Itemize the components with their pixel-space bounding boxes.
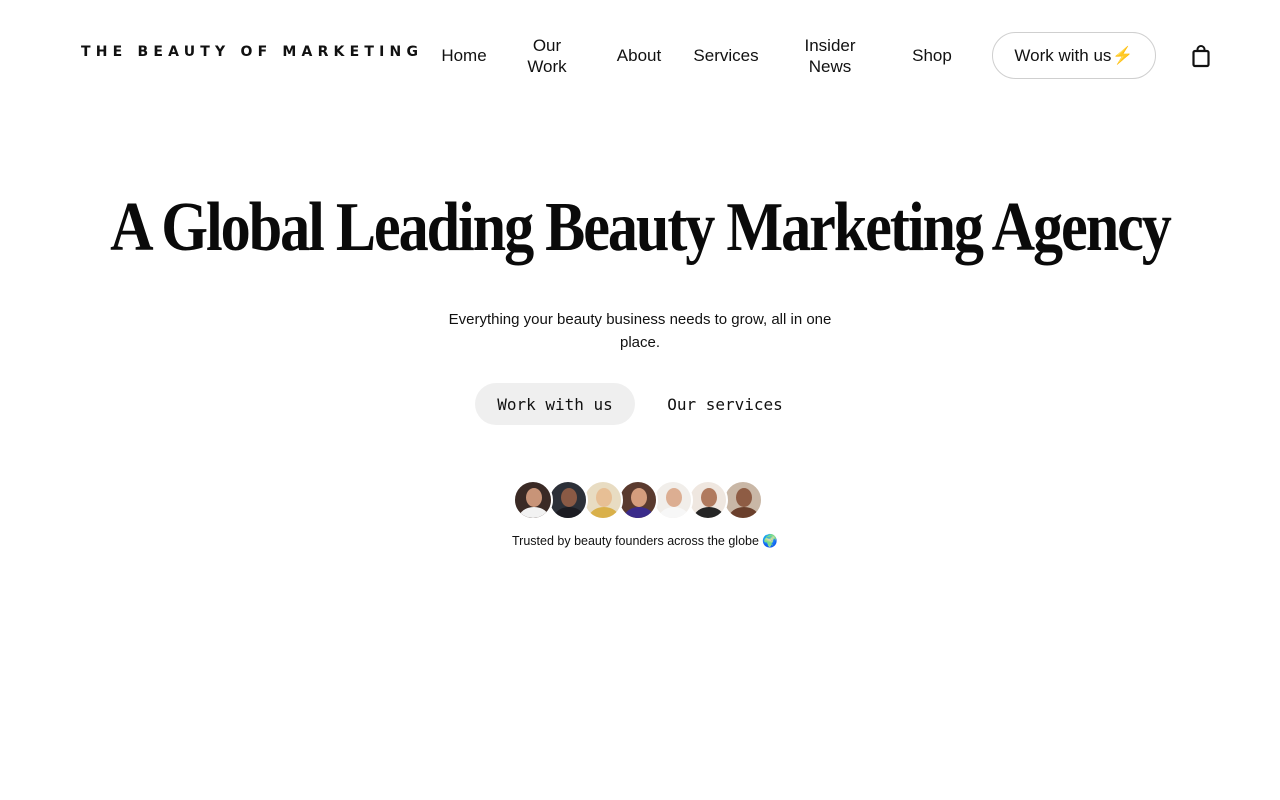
- shopping-bag-icon[interactable]: [1191, 44, 1211, 68]
- avatar-body: [659, 507, 689, 518]
- avatar-body: [694, 507, 724, 518]
- nav-shop[interactable]: Shop: [910, 45, 954, 66]
- work-with-us-nav-label: Work with us: [1014, 45, 1112, 65]
- trusted-caption: Trusted by beauty founders across the gl…: [0, 534, 1280, 549]
- hero-subtitle: Everything your beauty business needs to…: [448, 311, 832, 351]
- founder-avatars: [513, 480, 773, 522]
- nav-our-work[interactable]: Our Work: [524, 35, 570, 77]
- trusted-text: Trusted by beauty founders across the gl…: [512, 534, 759, 548]
- founder-avatar-2: [548, 480, 588, 520]
- nav-home[interactable]: Home: [441, 45, 487, 66]
- avatar-face: [631, 488, 647, 507]
- nav-services[interactable]: Services: [692, 45, 760, 66]
- nav-insider-news[interactable]: Insider News: [800, 35, 860, 77]
- work-with-us-nav-button[interactable]: Work with us ⚡: [992, 32, 1156, 79]
- founder-avatar-5: [653, 480, 693, 520]
- lightning-icon: ⚡: [1112, 45, 1134, 65]
- avatar-face: [666, 488, 682, 507]
- avatar-body: [729, 507, 759, 518]
- founder-avatar-7: [723, 480, 763, 520]
- globe-icon: 🌍: [762, 534, 778, 548]
- avatar-body: [589, 507, 619, 518]
- nav-about[interactable]: About: [614, 45, 664, 66]
- founder-avatar-6: [688, 480, 728, 520]
- founder-avatar-4: [618, 480, 658, 520]
- avatar-face: [596, 488, 612, 507]
- site-logo[interactable]: THE BEAUTY OF MARKETING: [81, 44, 423, 60]
- avatar-face: [701, 488, 717, 507]
- hero-title: A Global Leading Beauty Marketing Agency: [110, 189, 1172, 266]
- founder-avatar-1: [513, 480, 553, 520]
- avatar-body: [554, 507, 584, 518]
- avatar-body: [624, 507, 654, 518]
- site-header: THE BEAUTY OF MARKETING Home Our Work Ab…: [0, 0, 1280, 110]
- avatar-face: [736, 488, 752, 507]
- avatar-face: [526, 488, 542, 507]
- founder-avatar-3: [583, 480, 623, 520]
- our-services-button[interactable]: Our services: [655, 383, 795, 425]
- avatar-body: [519, 507, 549, 518]
- work-with-us-button[interactable]: Work with us: [475, 383, 635, 425]
- avatar-face: [561, 488, 577, 507]
